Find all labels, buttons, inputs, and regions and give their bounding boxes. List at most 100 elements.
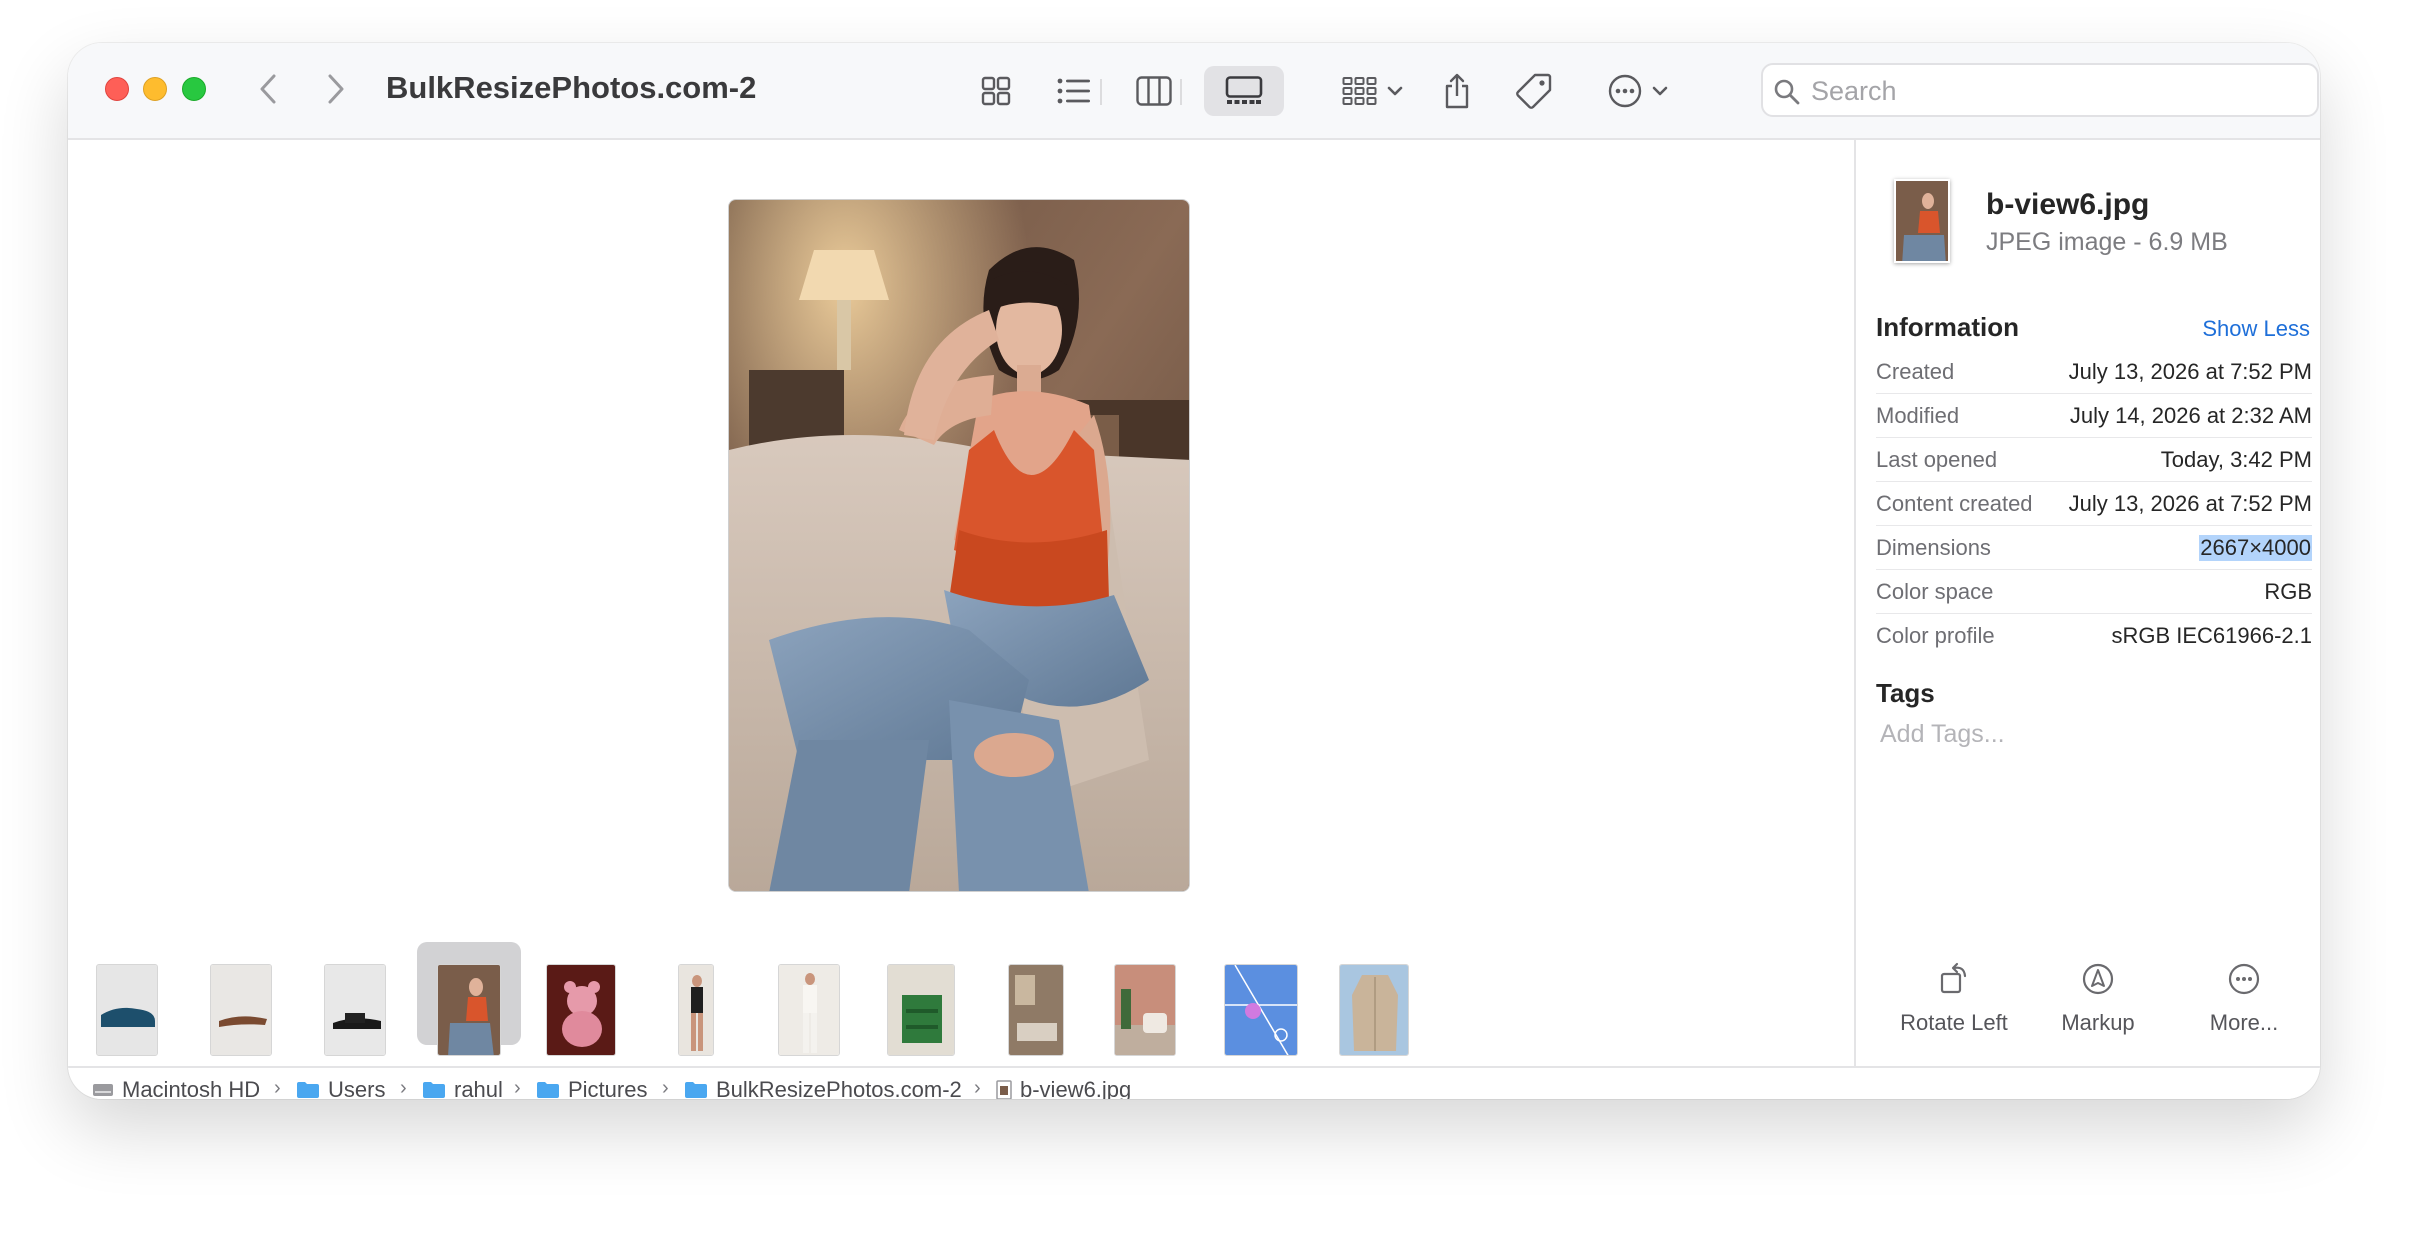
- folder-icon: [297, 1082, 319, 1098]
- info-key: Last opened: [1876, 447, 1998, 472]
- thumbnail-woman-standing[interactable]: [678, 964, 714, 1056]
- toolbar: BulkResizePhotos.com-2: [68, 43, 2320, 140]
- breadcrumb-label: Users: [328, 1077, 386, 1099]
- rotate-left-icon: [1940, 962, 1967, 994]
- thumbnail-pickleball-court[interactable]: [1224, 964, 1298, 1056]
- path-separator-icon: ›: [974, 1077, 981, 1099]
- chevron-down-icon: [1387, 86, 1403, 96]
- column-view-icon: [1136, 76, 1172, 106]
- file-thumbnail: [1894, 179, 1950, 263]
- thumbnail-green-cabinet[interactable]: [887, 964, 955, 1056]
- breadcrumb-label: Pictures: [568, 1077, 648, 1099]
- group-icon: [1342, 77, 1377, 105]
- file-kind: JPEG image - 6.9 MB: [1986, 228, 2228, 256]
- ellipsis-circle-icon: [1608, 74, 1642, 108]
- info-row-last-opened: Last opened Today, 3:42 PM: [1876, 438, 2312, 482]
- breadcrumb-label: Macintosh HD: [122, 1077, 261, 1099]
- markup-icon: [2082, 963, 2114, 995]
- breadcrumb-macintosh-hd[interactable]: Macintosh HD: [92, 1077, 260, 1099]
- close-button[interactable]: [105, 77, 129, 101]
- path-separator-icon: ›: [662, 1077, 669, 1099]
- rotate-left-button[interactable]: Rotate Left: [1884, 958, 2024, 1036]
- search-icon: [1774, 79, 1800, 105]
- breadcrumb-pictures[interactable]: Pictures: [536, 1077, 647, 1099]
- more-icon: [2228, 963, 2260, 995]
- breadcrumb-label: b-view6.jpg: [1020, 1077, 1132, 1099]
- column-view-button[interactable]: [1126, 66, 1182, 116]
- more-label: More...: [2209, 1010, 2279, 1035]
- breadcrumb-rahul[interactable]: rahul: [422, 1077, 503, 1099]
- information-heading: Information: [1876, 312, 2019, 342]
- markup-button[interactable]: Markup: [2028, 958, 2168, 1036]
- home-folder-icon: [423, 1082, 445, 1098]
- show-less-link[interactable]: Show Less: [2202, 316, 2310, 342]
- info-row-modified: Modified July 14, 2026 at 2:32 AM: [1876, 394, 2312, 438]
- search-input[interactable]: [1811, 73, 2291, 109]
- chevron-down-icon: [1652, 86, 1668, 96]
- gallery-pane: [68, 140, 1854, 1066]
- thumbnail-blue-shoe[interactable]: [96, 964, 158, 1056]
- tags-heading: Tags: [1876, 678, 1935, 708]
- markup-label: Markup: [2061, 1010, 2135, 1035]
- share-icon: [1445, 73, 1469, 109]
- breadcrumb-folder[interactable]: BulkResizePhotos.com-2: [684, 1077, 962, 1099]
- info-value-selected[interactable]: 2667×4000: [2199, 535, 2312, 561]
- rotate-left-label: Rotate Left: [1900, 1010, 2008, 1035]
- preview-inspector: b-view6.jpg JPEG image - 6.9 MB Informat…: [1854, 140, 2320, 1066]
- gallery-view-button[interactable]: [1204, 66, 1284, 116]
- thumbnail-woman-in-white[interactable]: [778, 964, 840, 1056]
- info-row-dimensions: Dimensions 2667×4000: [1876, 526, 2312, 570]
- tag-icon: [1516, 73, 1552, 109]
- info-key: Content created: [1876, 491, 2033, 516]
- window-title: BulkResizePhotos.com-2: [386, 70, 757, 105]
- breadcrumb-label: rahul: [454, 1077, 503, 1099]
- folder-icon: [537, 1082, 559, 1098]
- thumbnail-living-room[interactable]: [1008, 964, 1064, 1056]
- path-bar: Macintosh HD › Users › rahul › Pictures …: [68, 1066, 2320, 1099]
- path-separator-icon: ›: [400, 1077, 407, 1099]
- thumbnail-room-with-chair[interactable]: [1114, 964, 1176, 1056]
- thumbnail-sandal[interactable]: [210, 964, 272, 1056]
- thumbnail-pink-teddy-bear[interactable]: [546, 964, 616, 1056]
- action-menu-button[interactable]: [1598, 66, 1678, 116]
- path-separator-icon: ›: [514, 1077, 521, 1099]
- info-value: July 14, 2026 at 2:32 AM: [2069, 403, 2312, 428]
- share-button[interactable]: [1433, 66, 1481, 116]
- folder-icon: [685, 1082, 707, 1098]
- thumbnail-black-sandal[interactable]: [324, 964, 386, 1056]
- tag-button[interactable]: [1508, 66, 1560, 116]
- gallery-view-icon: [1225, 76, 1263, 104]
- breadcrumb-file[interactable]: b-view6.jpg: [996, 1077, 1131, 1099]
- add-tags-field[interactable]: Add Tags...: [1880, 720, 2005, 749]
- forward-button[interactable]: [316, 69, 356, 109]
- chevron-left-icon: [260, 74, 276, 104]
- info-row-color-space: Color space RGB: [1876, 570, 2312, 614]
- info-key: Modified: [1876, 403, 1960, 428]
- file-name: b-view6.jpg: [1986, 188, 2150, 221]
- info-value: Today, 3:42 PM: [2160, 447, 2312, 472]
- group-by-button[interactable]: [1333, 66, 1413, 116]
- icon-view-button[interactable]: [968, 66, 1024, 116]
- thumbnail-beige-jacket[interactable]: [1339, 964, 1409, 1056]
- info-value: sRGB IEC61966-2.1: [2111, 623, 2312, 648]
- breadcrumb-label: BulkResizePhotos.com-2: [716, 1077, 962, 1099]
- info-key: Created: [1876, 359, 1955, 384]
- photo-woman-on-sofa: [729, 200, 1189, 891]
- info-key: Color space: [1876, 579, 1994, 604]
- search-field[interactable]: [1761, 63, 2319, 117]
- info-value: July 13, 2026 at 7:52 PM: [2068, 359, 2312, 384]
- breadcrumb-users[interactable]: Users: [296, 1077, 385, 1099]
- minimize-button[interactable]: [143, 77, 167, 101]
- grid-view-icon: [981, 76, 1011, 106]
- hard-drive-icon: [93, 1084, 113, 1096]
- zoom-button[interactable]: [182, 77, 206, 101]
- thumbnail-woman-on-sofa[interactable]: [437, 964, 501, 1056]
- image-file-icon: [996, 1080, 1012, 1099]
- preview-image[interactable]: [728, 199, 1190, 892]
- info-key: Dimensions: [1876, 535, 1991, 560]
- info-value: RGB: [2264, 579, 2312, 604]
- back-button[interactable]: [248, 69, 288, 109]
- list-view-button[interactable]: [1046, 66, 1102, 116]
- more-actions-button[interactable]: More...: [2174, 958, 2314, 1036]
- chevron-right-icon: [328, 74, 344, 104]
